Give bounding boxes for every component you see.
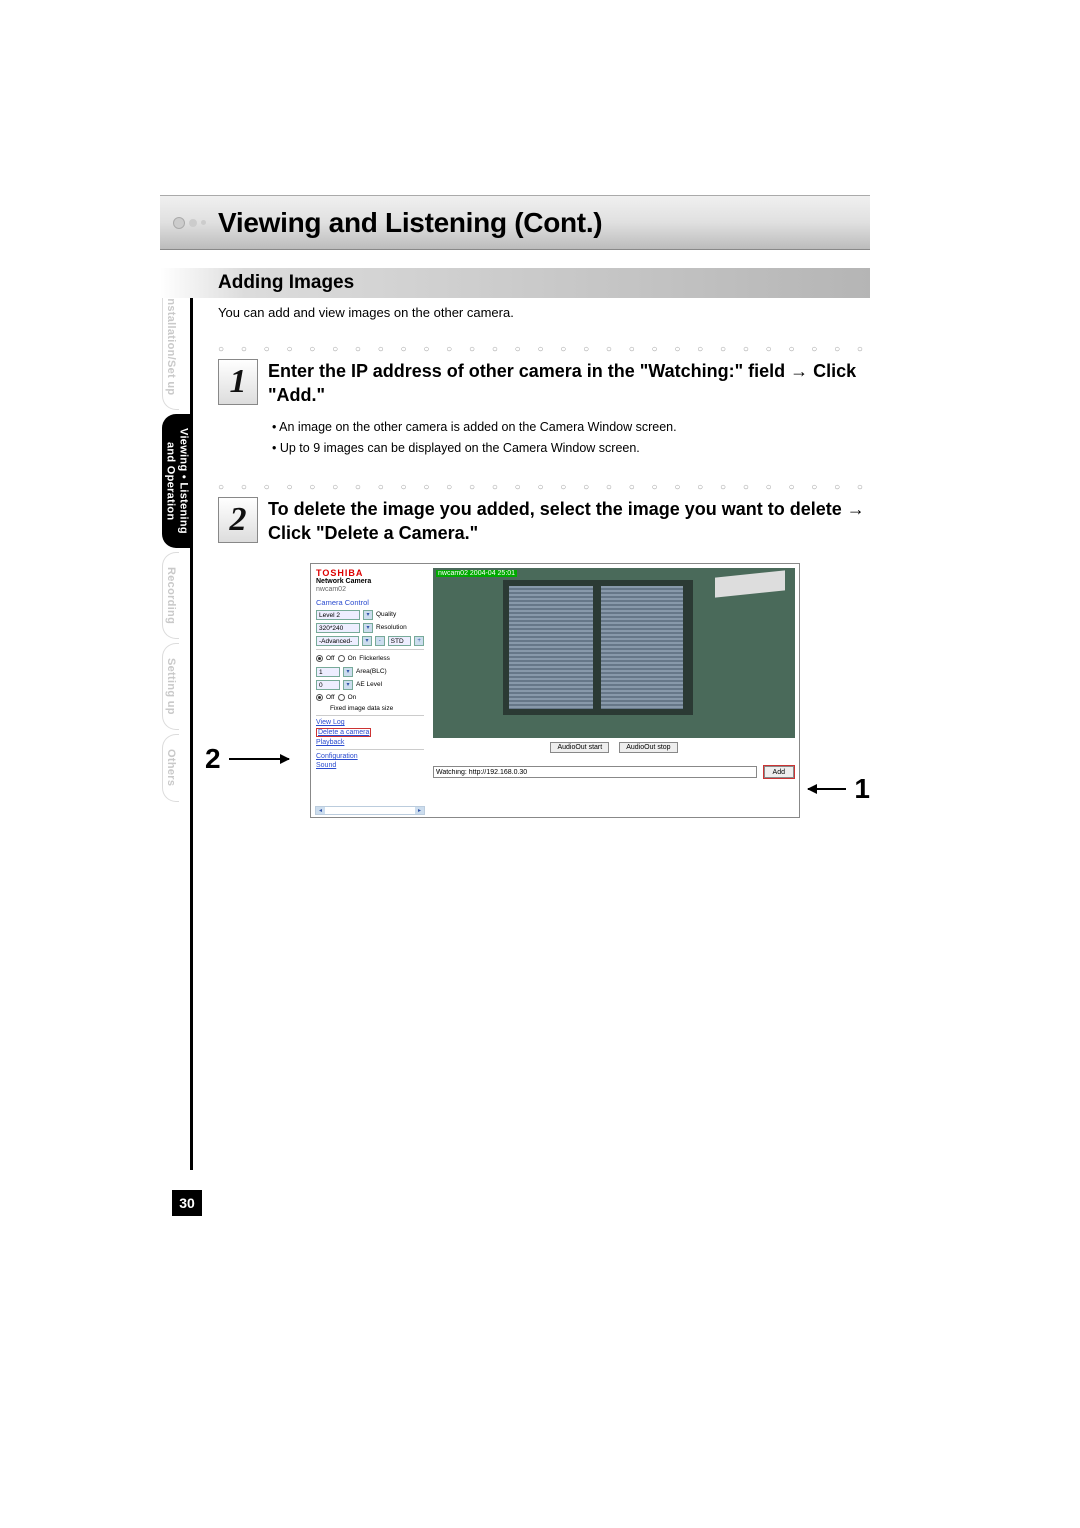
resolution-label: Resolution xyxy=(376,624,407,631)
chevron-down-icon[interactable]: ▾ xyxy=(363,623,373,633)
minus-button[interactable]: - xyxy=(375,636,385,646)
configuration-link[interactable]: Configuration xyxy=(316,753,424,760)
chevron-down-icon[interactable]: ▾ xyxy=(362,636,372,646)
resolution-row: 320*240▾ Resolution xyxy=(316,622,424,633)
title-bar: Viewing and Listening (Cont.) xyxy=(160,195,870,250)
brand-logo: TOSHIBA xyxy=(316,568,424,578)
delete-camera-link[interactable]: Delete a camera xyxy=(316,728,371,737)
embedded-screenshot: 2 1 TOSHIBA Network Camera nwcam02 Camer… xyxy=(310,563,815,818)
section-heading: Adding Images xyxy=(160,268,870,298)
flicker-off-radio[interactable] xyxy=(316,655,323,662)
fixed-image-label: Fixed image data size xyxy=(330,705,424,712)
divider xyxy=(316,649,424,650)
callout-2-label: 2 xyxy=(205,743,221,775)
audio-controls: AudioOut start AudioOut stop xyxy=(433,742,795,753)
page-number: 30 xyxy=(172,1190,202,1216)
camera-name: nwcam02 xyxy=(316,586,424,593)
chevron-down-icon[interactable]: ▾ xyxy=(343,667,353,677)
add-button-highlight: Add xyxy=(763,765,795,779)
step-2-number: 2 xyxy=(218,497,258,543)
flickerless-label: Flickerless xyxy=(359,655,390,662)
page-title: Viewing and Listening (Cont.) xyxy=(218,207,602,239)
camera-control-panel: TOSHIBA Network Camera nwcam02 Camera Co… xyxy=(311,564,429,817)
advanced-row: -Advanced-▾ - STD + xyxy=(316,635,424,646)
audio-stop-button[interactable]: AudioOut stop xyxy=(619,742,677,753)
audio-start-button[interactable]: AudioOut start xyxy=(550,742,609,753)
ae-row: 0▾ AE Level xyxy=(316,679,424,690)
playback-link[interactable]: Playback xyxy=(316,739,424,746)
step-2-text: To delete the image you added, select th… xyxy=(268,497,870,546)
dots-divider-1: ○ ○ ○ ○ ○ ○ ○ ○ ○ ○ ○ ○ ○ ○ ○ ○ ○ ○ ○ ○ … xyxy=(218,344,870,355)
fixed-on-label: On xyxy=(348,694,357,701)
advanced-select[interactable]: -Advanced- xyxy=(316,636,359,646)
callout-2: 2 xyxy=(205,743,289,775)
camera-overlay-text: nwcam02 2004-04 25:01 xyxy=(436,570,517,577)
step-1-number: 1 xyxy=(218,359,258,405)
divider xyxy=(316,715,424,716)
std-select[interactable]: STD xyxy=(388,636,412,646)
view-log-link[interactable]: View Log xyxy=(316,719,424,726)
step-2: 2 To delete the image you added, select … xyxy=(218,497,870,546)
camera-video-view: nwcam02 2004-04 25:01 xyxy=(433,568,795,738)
area-row: 1▾ Area(BLC) xyxy=(316,666,424,677)
camera-scene-object xyxy=(715,571,785,598)
flickerless-row: Off On Flickerless xyxy=(316,653,424,664)
scroll-right-icon[interactable]: ▸ xyxy=(415,807,424,814)
fixed-row: Off On xyxy=(316,692,424,703)
flicker-on-label: On xyxy=(348,655,357,662)
title-decor-circles xyxy=(160,217,218,229)
area-label: Area(BLC) xyxy=(356,668,387,675)
watching-input[interactable] xyxy=(433,766,757,778)
horizontal-scrollbar[interactable]: ◂ ▸ xyxy=(315,806,425,815)
step-1-bullets: An image on the other camera is added on… xyxy=(272,417,870,460)
camera-view-panel: nwcam02 2004-04 25:01 AudioOut start Aud… xyxy=(429,564,799,817)
quality-label: Quality xyxy=(376,611,396,618)
divider xyxy=(316,749,424,750)
chevron-down-icon[interactable]: ▾ xyxy=(363,610,373,620)
add-button[interactable]: Add xyxy=(764,766,794,778)
step-1-bullet-2: Up to 9 images can be displayed on the C… xyxy=(272,438,870,459)
brand-subtitle: Network Camera xyxy=(316,578,424,585)
arrow-left-icon xyxy=(808,788,846,790)
area-select[interactable]: 1 xyxy=(316,667,340,677)
quality-select[interactable]: Level 2 xyxy=(316,610,360,620)
fixed-on-radio[interactable] xyxy=(338,694,345,701)
step-1-bullet-1: An image on the other camera is added on… xyxy=(272,417,870,438)
camera-scene-window xyxy=(503,580,693,715)
dots-divider-2: ○ ○ ○ ○ ○ ○ ○ ○ ○ ○ ○ ○ ○ ○ ○ ○ ○ ○ ○ ○ … xyxy=(218,482,870,493)
page-content: Viewing and Listening (Cont.) Adding Ima… xyxy=(160,195,870,818)
step-1: 1 Enter the IP address of other camera i… xyxy=(218,359,870,408)
flicker-on-radio[interactable] xyxy=(338,655,345,662)
section-intro: You can add and view images on the other… xyxy=(218,304,870,322)
fixed-off-label: Off xyxy=(326,694,335,701)
resolution-select[interactable]: 320*240 xyxy=(316,623,360,633)
step-1-text: Enter the IP address of other camera in … xyxy=(268,359,870,408)
flicker-off-label: Off xyxy=(326,655,335,662)
watching-row: Add xyxy=(433,765,795,779)
callout-1-label: 1 xyxy=(854,773,870,805)
scroll-left-icon[interactable]: ◂ xyxy=(316,807,325,814)
ae-select[interactable]: 0 xyxy=(316,680,340,690)
sound-link[interactable]: Sound xyxy=(316,762,424,769)
camera-control-heading: Camera Control xyxy=(316,598,424,607)
fixed-off-radio[interactable] xyxy=(316,694,323,701)
quality-row: Level 2▾ Quality xyxy=(316,609,424,620)
callout-1: 1 xyxy=(808,773,870,805)
camera-window-screenshot: TOSHIBA Network Camera nwcam02 Camera Co… xyxy=(310,563,800,818)
plus-button[interactable]: + xyxy=(414,636,424,646)
arrow-right-icon xyxy=(229,758,289,760)
chevron-down-icon[interactable]: ▾ xyxy=(343,680,353,690)
ae-label: AE Level xyxy=(356,681,382,688)
